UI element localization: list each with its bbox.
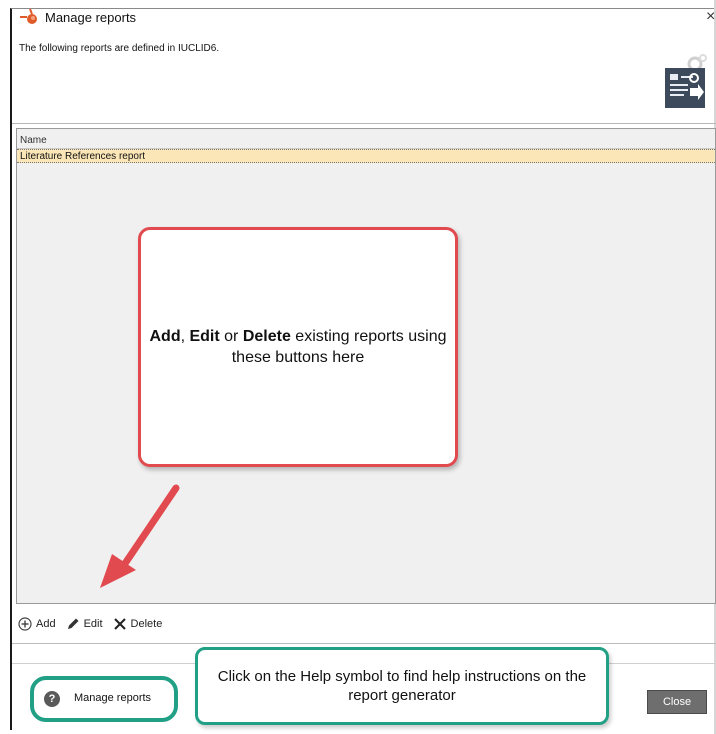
report-name-cell: Literature References report	[20, 151, 146, 162]
dialog-description: The following reports are defined in IUC…	[19, 43, 220, 54]
table-row[interactable]: Literature References report	[17, 149, 715, 163]
window-close-icon[interactable]: ×	[706, 8, 715, 26]
help-callout: Click on the Help symbol to find help in…	[195, 647, 609, 725]
delete-button[interactable]: Delete	[113, 617, 163, 631]
edit-button[interactable]: Edit	[66, 617, 103, 631]
column-header-label: Name	[20, 135, 47, 146]
buttons-callout: Add, Edit or Delete existing reports usi…	[138, 227, 458, 467]
add-icon	[18, 617, 32, 631]
add-button[interactable]: Add	[18, 617, 56, 631]
toolbar-divider	[12, 643, 716, 644]
buttons-callout-text: Add, Edit or Delete existing reports usi…	[141, 326, 455, 368]
header-divider	[12, 123, 716, 124]
iuclid-app-icon	[20, 8, 37, 24]
pointer-arrow	[100, 484, 180, 588]
report-toolbar: Add Edit Delete	[18, 614, 172, 634]
callout-delete-word: Delete	[242, 328, 291, 345]
callout-edit-word: Edit	[189, 328, 220, 345]
pencil-icon	[67, 618, 79, 629]
add-button-label: Add	[36, 618, 56, 630]
close-button[interactable]: Close	[647, 690, 707, 714]
help-icon[interactable]: ?	[44, 691, 60, 707]
column-header-name[interactable]: Name	[17, 129, 715, 149]
help-callout-text: Click on the Help symbol to find help in…	[217, 668, 587, 704]
delete-button-label: Delete	[130, 618, 163, 630]
window-title: Manage reports	[45, 10, 137, 25]
callout-add-word: Add	[149, 328, 181, 345]
help-highlight: ? Manage reports	[30, 676, 178, 722]
help-label[interactable]: Manage reports	[74, 692, 151, 704]
callout-or: or	[219, 328, 243, 345]
report-generator-icon	[665, 54, 707, 108]
delete-x-icon	[113, 618, 126, 630]
edit-button-label: Edit	[83, 618, 103, 630]
